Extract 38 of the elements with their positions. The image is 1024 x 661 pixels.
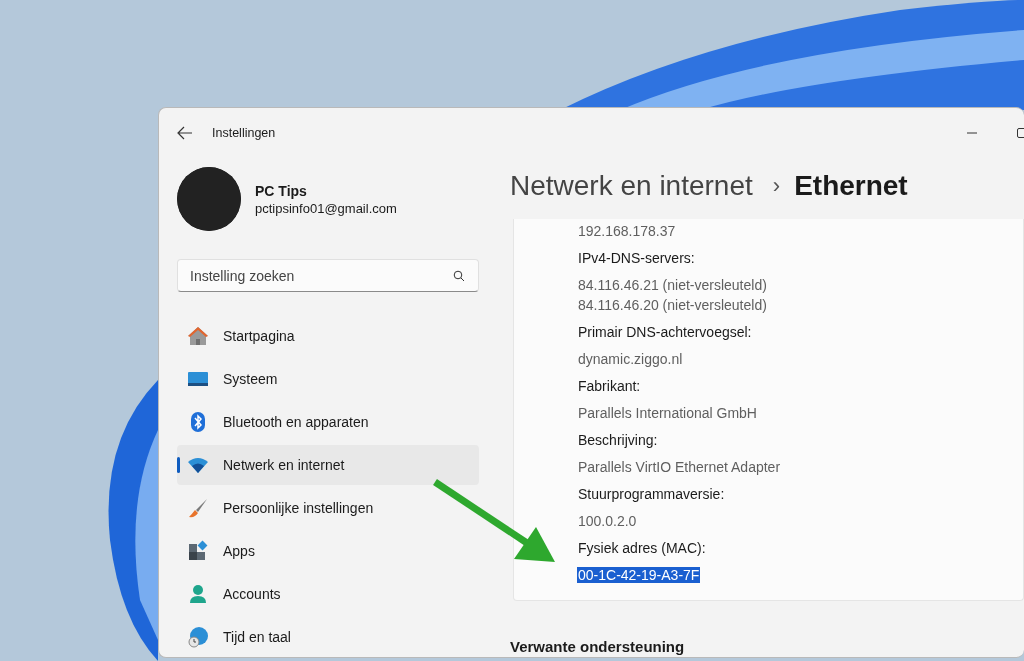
detail-label: Beschrijving: [577,432,659,448]
detail-label: Fysiek adres (MAC): [577,540,707,556]
nav-item[interactable]: Accounts [177,574,479,614]
avatar-icon[interactable] [177,167,241,231]
detail-label: Fabrikant: [577,378,642,394]
search-field[interactable]: Instelling zoeken [177,259,479,292]
detail-value: Parallels VirtIO Ethernet Adapter [577,459,782,475]
back-arrow-icon[interactable] [177,126,193,140]
maximize-icon[interactable] [1016,127,1024,139]
detail-value: 84.116.46.20 (niet-versleuteld) [577,297,768,313]
nav-item[interactable]: Bluetooth en apparaten [177,402,479,442]
detail-value: 100.0.2.0 [577,513,638,529]
window-title: Instellingen [212,126,276,140]
nav-item[interactable]: Persoonlijke instellingen [177,488,479,528]
detail-value: Parallels International GmbH [577,405,758,421]
nav-item[interactable]: Tijd en taal [177,617,479,657]
nav-item[interactable]: Netwerk en internet [177,445,479,485]
detail-label: IPv4-DNS-servers: [577,250,696,266]
detail-value: 84.116.46.21 (niet-versleuteld) [577,277,768,293]
detail-label: Stuurprogrammaversie: [577,486,726,502]
nav-item[interactable]: Startpagina [177,316,479,356]
search-icon[interactable] [453,270,465,282]
page-title: Ethernet [794,170,908,202]
breadcrumb-parent[interactable]: Netwerk en internet [510,170,753,202]
profile-email: pctipsinfo01@gmail.com [255,200,397,216]
detail-value: 192.168.178.37 [577,223,677,239]
person-icon [187,583,209,605]
nav-item[interactable]: Apps [177,531,479,571]
detail-label: Primair DNS-achtervoegsel: [577,324,753,340]
detail-value: dynamic.ziggo.nl [577,351,684,367]
selected-detail-value: 00-1C-42-19-A3-7F [577,567,701,583]
nav-item[interactable]: Systeem [177,359,479,399]
globe-clock-icon [187,626,209,648]
breadcrumb-separator: › [772,173,781,199]
section-heading: Verwante ondersteuning [510,638,686,655]
house-icon [187,325,209,347]
profile-name: PC Tips [255,182,308,199]
apps-icon [187,540,209,562]
